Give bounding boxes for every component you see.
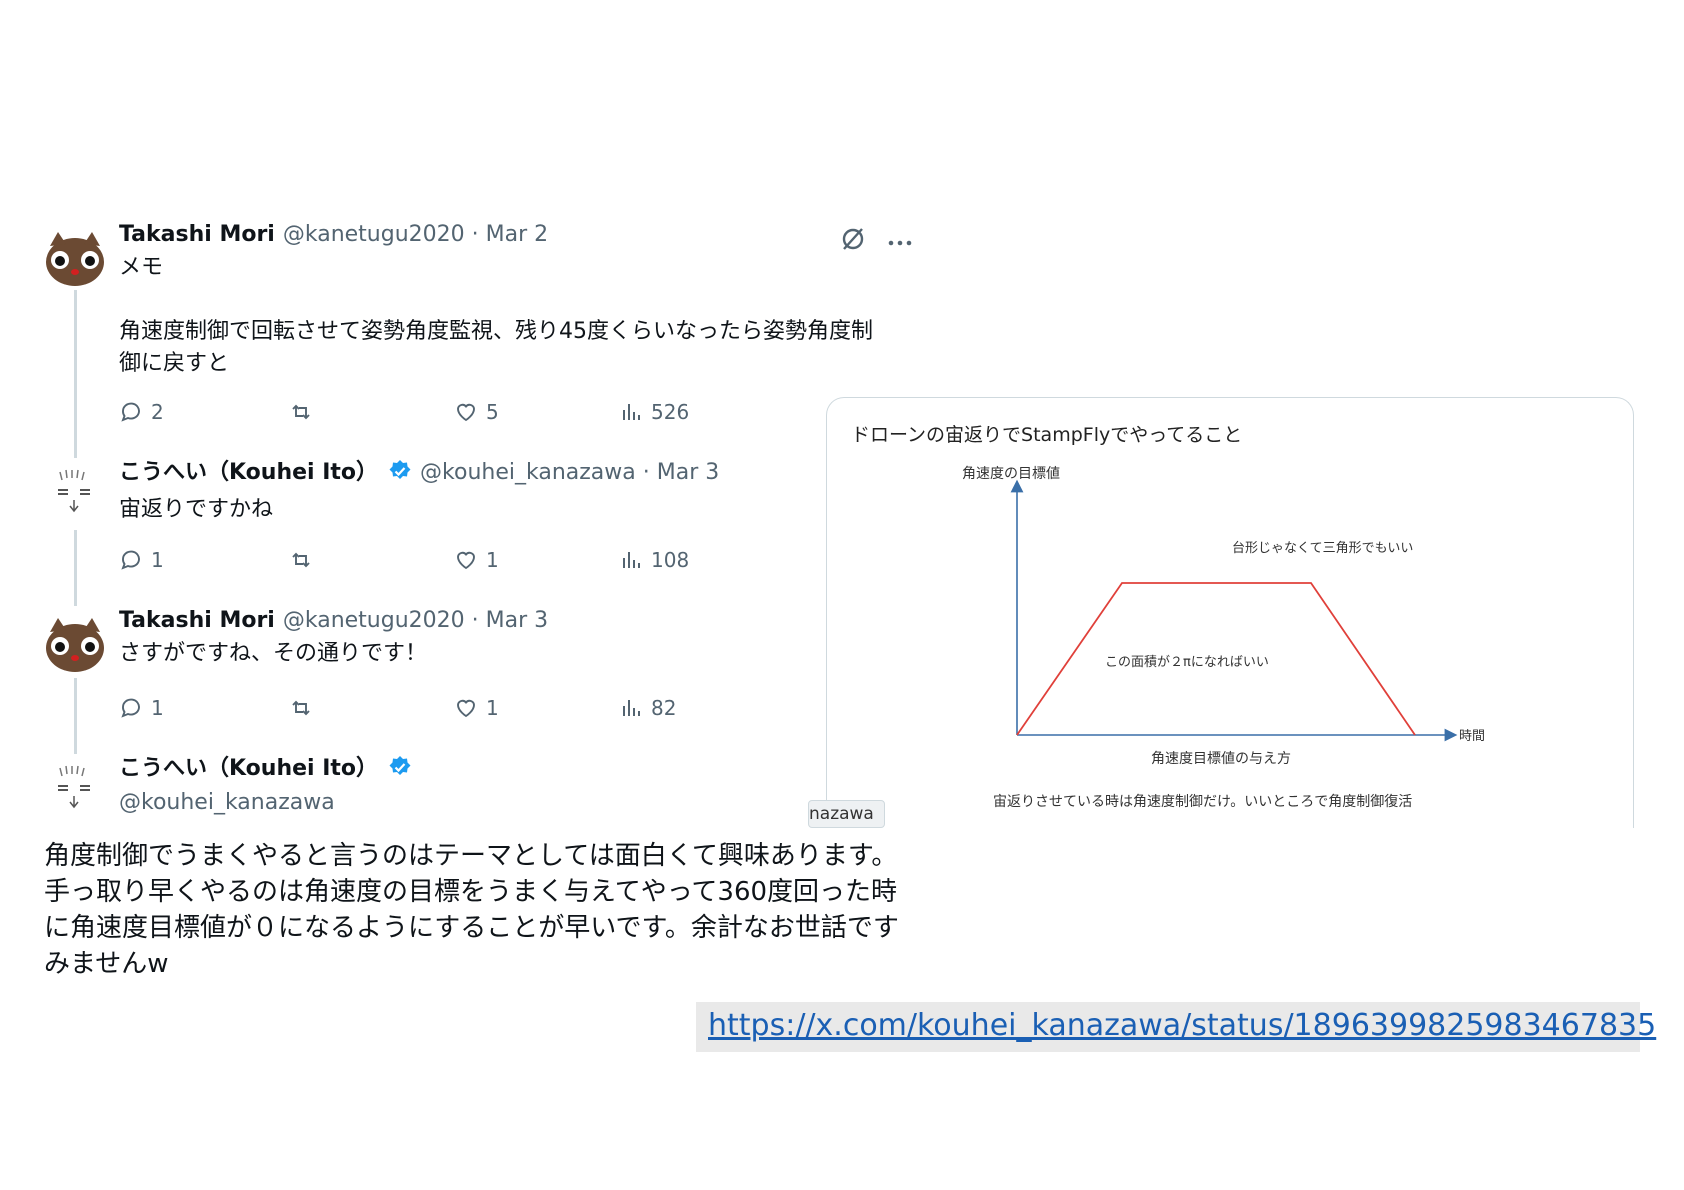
like-button[interactable]: 1	[454, 548, 499, 572]
view-count: 82	[651, 696, 677, 720]
view-count: 108	[651, 548, 690, 572]
like-button[interactable]: 5	[454, 400, 499, 424]
user-handle[interactable]: @kouhei_kanazawa	[119, 788, 412, 818]
reply-text: 角度制御でうまくやると言うのはテーマとしては面白くて興味あります。 手っ取り早く…	[44, 841, 899, 979]
views-icon	[623, 404, 640, 420]
display-name[interactable]: こうへい（Kouhei Ito）	[119, 460, 378, 485]
repost-icon	[292, 552, 310, 568]
repost-button[interactable]	[289, 400, 313, 424]
tweet-date[interactable]: · Mar 2	[472, 222, 548, 247]
tweet-text: 宙返りですかね	[119, 497, 274, 522]
repost-icon	[292, 404, 310, 420]
heart-icon	[457, 403, 475, 422]
verified-badge-icon	[388, 755, 412, 788]
reply-icon	[121, 402, 140, 422]
display-name[interactable]: Takashi Mori	[119, 222, 275, 247]
like-button[interactable]: 1	[454, 696, 499, 720]
reply-button[interactable]: 1	[119, 696, 164, 720]
views-icon	[623, 552, 640, 568]
tweet-text: さすがですね、その通りです！	[119, 641, 428, 666]
tweet-date[interactable]: · Mar 3	[643, 460, 719, 485]
reply-button[interactable]: 2	[119, 400, 164, 424]
tweet-header: こうへい（Kouhei Ito）	[119, 754, 412, 788]
tweet-header: こうへい（Kouhei Ito） @kouhei_kanazawa · Mar 3	[119, 458, 719, 492]
x-axis-label: 時間	[1459, 729, 1485, 744]
like-count: 1	[486, 548, 499, 572]
diagram-caption: 角速度目標値の与え方	[1151, 751, 1291, 767]
y-axis-label: 角速度の目標値	[962, 466, 1060, 482]
tweet-date[interactable]: · Mar 3	[472, 608, 548, 633]
user-handle[interactable]: @kanetugu2020	[283, 222, 465, 247]
note-top: 台形じゃなくて三角形でもいい	[1232, 541, 1413, 556]
user-handle[interactable]: @kanetugu2020	[283, 608, 465, 633]
avatar[interactable]	[44, 760, 106, 822]
repost-button[interactable]	[289, 696, 313, 720]
status-link[interactable]: https://x.com/kouhei_kanazawa/status/189…	[708, 1008, 1656, 1044]
views-button[interactable]: 108	[619, 548, 689, 572]
reply-count: 2	[151, 400, 164, 424]
avatar[interactable]	[44, 226, 106, 288]
repost-button[interactable]	[289, 548, 313, 572]
tweet-actions: 1 1 82	[119, 696, 819, 726]
view-count: 526	[651, 400, 690, 424]
note-area: この面積が２πになればいい	[1105, 655, 1269, 670]
like-count: 1	[486, 696, 499, 720]
heart-icon	[457, 699, 475, 718]
tweet[interactable]: Takashi Mori @kanetugu2020 · Mar 3 さすがですね…	[44, 608, 924, 732]
tweet[interactable]: こうへい（Kouhei Ito） @kouhei_kanazawa · Mar 3…	[44, 460, 924, 584]
verified-badge-icon	[388, 459, 412, 492]
avatar[interactable]	[44, 464, 106, 526]
tweet-actions: 1 1 108	[119, 548, 819, 578]
image-card[interactable]: ドローンの宙返りでStampFlyでやってること 角速度の目標値 時間 台形じゃ…	[826, 397, 1634, 828]
display-name[interactable]: こうへい（Kouhei Ito）	[119, 756, 378, 781]
reply-icon	[121, 698, 140, 718]
repost-icon	[292, 700, 310, 716]
reply-button[interactable]: 1	[119, 548, 164, 572]
alt-tag[interactable]: nazawa	[808, 800, 885, 828]
diagram-footer: 宙返りさせている時は角速度制御だけ。いいところで角度制御復活	[993, 793, 1412, 810]
tweet-header: Takashi Mori @kanetugu2020 · Mar 2	[119, 220, 873, 250]
display-name[interactable]: Takashi Mori	[119, 608, 275, 633]
avatar[interactable]	[44, 612, 106, 674]
tweet-text: メモ 角速度制御で回転させて姿勢角度監視、残り45度くらいなったら姿勢角度制 御…	[119, 255, 873, 376]
heart-icon	[457, 551, 475, 570]
url-box: https://x.com/kouhei_kanazawa/status/189…	[696, 1002, 1656, 1052]
like-count: 5	[486, 400, 499, 424]
reply-count: 1	[151, 548, 164, 572]
user-handle[interactable]: @kouhei_kanazawa	[420, 460, 636, 485]
reply-count: 1	[151, 696, 164, 720]
views-icon	[623, 700, 640, 716]
tweet[interactable]: Takashi Mori @kanetugu2020 · Mar 2 メモ 角速度…	[44, 222, 924, 426]
views-button[interactable]: 526	[619, 400, 689, 424]
tweet-actions: 2 5 526	[119, 400, 819, 430]
views-button[interactable]: 82	[619, 696, 676, 720]
angular-velocity-diagram: 角速度の目標値 時間 台形じゃなくて三角形でもいい この面積が２πになればいい …	[962, 466, 1485, 810]
tweet-header: Takashi Mori @kanetugu2020 · Mar 3	[119, 606, 548, 636]
reply-icon	[121, 550, 140, 570]
tweet[interactable]: こうへい（Kouhei Ito） @kouhei_kanazawa	[44, 756, 924, 830]
